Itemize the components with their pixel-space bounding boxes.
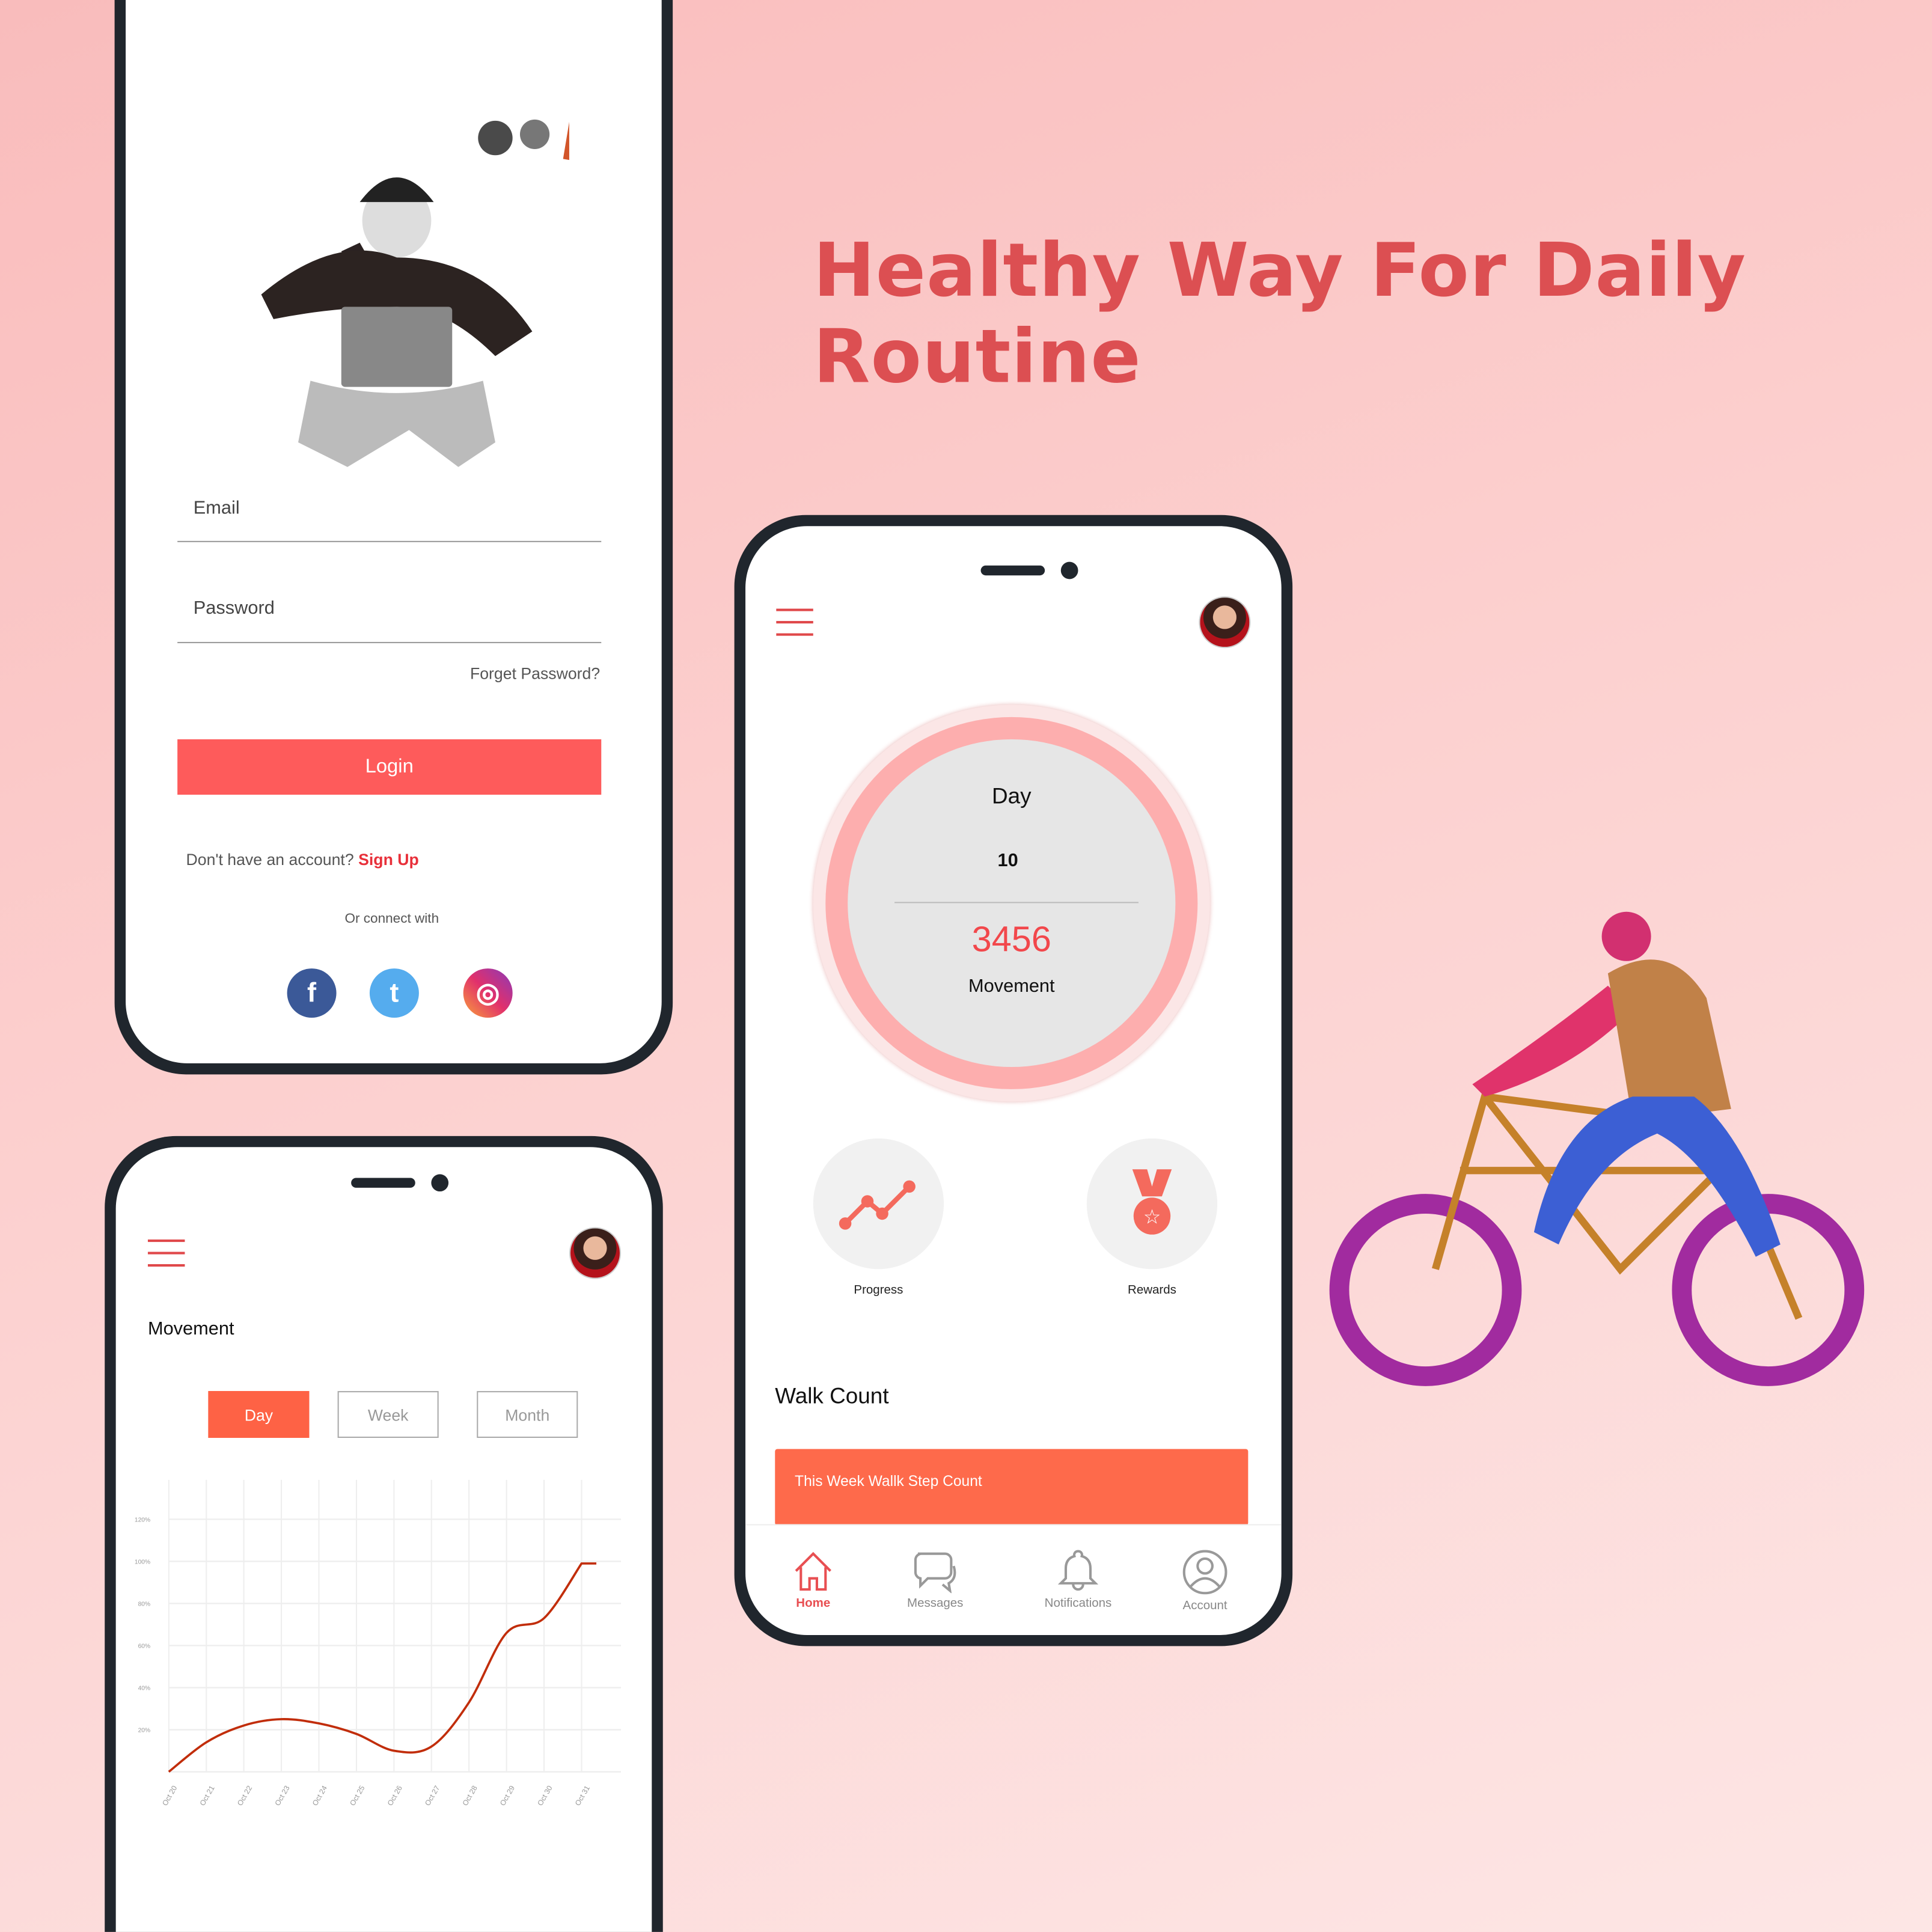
tab-week[interactable]: Week: [337, 1391, 439, 1438]
bell-icon: [1057, 1550, 1099, 1591]
home-screen: Day 10 3456 Movement Progress ☆ Rewards …: [745, 526, 1282, 1635]
ring-steps: 3456: [971, 920, 1051, 960]
x-tick-label: Oct 23: [273, 1784, 291, 1807]
speaker: [980, 565, 1045, 576]
svg-text:☆: ☆: [1143, 1205, 1161, 1227]
password-label: Password: [193, 598, 275, 619]
walk-card-text: This Week Wallk Step Count: [795, 1472, 982, 1490]
camera: [1060, 561, 1078, 579]
user-circle-icon: [1182, 1550, 1227, 1595]
connect-with-label: Or connect with: [344, 911, 439, 927]
ring-day-value: 10: [997, 850, 1018, 872]
camera: [431, 1174, 449, 1192]
facebook-icon[interactable]: f: [287, 968, 337, 1018]
y-tick-label: 20%: [138, 1728, 150, 1734]
y-tick-label: 100%: [135, 1559, 150, 1566]
x-tick-label: Oct 31: [573, 1784, 592, 1807]
nav-notifications[interactable]: Notifications: [1029, 1548, 1127, 1610]
no-account-text: Don't have an account?: [186, 850, 354, 869]
cyclist-illustration: [1329, 911, 1865, 1386]
twitter-icon[interactable]: t: [369, 968, 419, 1018]
tab-month[interactable]: Month: [477, 1391, 578, 1438]
rewards-button[interactable]: ☆: [1086, 1138, 1218, 1270]
movement-chart: 20% 40% 60% 80% 100% 120% Oct 20 Oct 21 Oct 22 Oc…: [135, 1479, 622, 1807]
x-tick-label: Oct 30: [536, 1784, 554, 1807]
walk-count-card[interactable]: This Week Wallk Step Count: [775, 1449, 1249, 1526]
headline: Healthy Way For Daily Routine: [813, 228, 1747, 401]
instagram-icon[interactable]: ◎: [463, 968, 513, 1018]
walk-count-title: Walk Count: [775, 1383, 889, 1408]
y-tick-label: 80%: [138, 1601, 150, 1608]
x-tick-label: Oct 20: [160, 1784, 179, 1807]
menu-icon[interactable]: [147, 1239, 185, 1276]
progress-ring: Day 10 3456 Movement: [813, 705, 1210, 1102]
y-tick-label: 120%: [135, 1517, 150, 1524]
nav-messages[interactable]: Messages: [886, 1548, 985, 1610]
page-title: Movement: [147, 1318, 234, 1340]
x-tick-label: Oct 25: [348, 1784, 366, 1807]
speaker: [351, 1178, 415, 1188]
ring-steps-label: Movement: [968, 976, 1055, 997]
x-tick-label: Oct 27: [423, 1784, 441, 1807]
progress-label: Progress: [854, 1283, 903, 1298]
progress-button[interactable]: [813, 1138, 944, 1270]
movement-screen: Movement Day Week Month 20% 40% 60% 80% 100%…: [115, 1147, 652, 1932]
movement-phone: Movement Day Week Month 20% 40% 60% 80% 100%…: [105, 1136, 663, 1932]
home-icon: [795, 1551, 831, 1591]
x-tick-label: Oct 21: [198, 1784, 216, 1807]
nav-home[interactable]: Home: [764, 1548, 863, 1610]
nav-account[interactable]: Account: [1156, 1548, 1255, 1613]
menu-icon[interactable]: [776, 608, 813, 646]
ring-day-label: Day: [991, 783, 1032, 809]
avatar[interactable]: [569, 1227, 622, 1279]
email-input[interactable]: [177, 540, 602, 542]
stage: Healthy Way For Daily Routine Email Pass…: [0, 0, 1932, 1932]
home-phone: Day 10 3456 Movement Progress ☆ Rewards …: [734, 515, 1293, 1646]
login-button[interactable]: Login: [177, 739, 602, 795]
trend-line-icon: [839, 1180, 916, 1230]
x-tick-label: Oct 24: [311, 1784, 329, 1807]
x-tick-label: Oct 22: [236, 1784, 254, 1807]
login-screen: Email Password Forget Password? Login Do…: [126, 0, 662, 1063]
sign-up-link[interactable]: Sign Up: [358, 850, 419, 869]
y-tick-label: 40%: [138, 1686, 150, 1692]
password-input[interactable]: [177, 641, 602, 643]
login-phone: Email Password Forget Password? Login Do…: [114, 0, 673, 1075]
x-tick-label: Oct 26: [386, 1784, 404, 1807]
medal-icon: ☆: [1132, 1169, 1172, 1235]
chat-bubbles-icon: [914, 1552, 956, 1594]
series-line: [168, 1562, 597, 1773]
rewards-label: Rewards: [1128, 1283, 1176, 1298]
tab-day[interactable]: Day: [208, 1391, 310, 1438]
avatar[interactable]: [1199, 596, 1251, 649]
person-laptop-illustration: [261, 119, 569, 467]
forgot-password-link[interactable]: Forget Password?: [470, 664, 600, 683]
x-tick-label: Oct 28: [461, 1784, 479, 1807]
email-label: Email: [193, 498, 240, 519]
y-tick-label: 60%: [138, 1643, 150, 1650]
x-tick-label: Oct 29: [498, 1784, 516, 1807]
